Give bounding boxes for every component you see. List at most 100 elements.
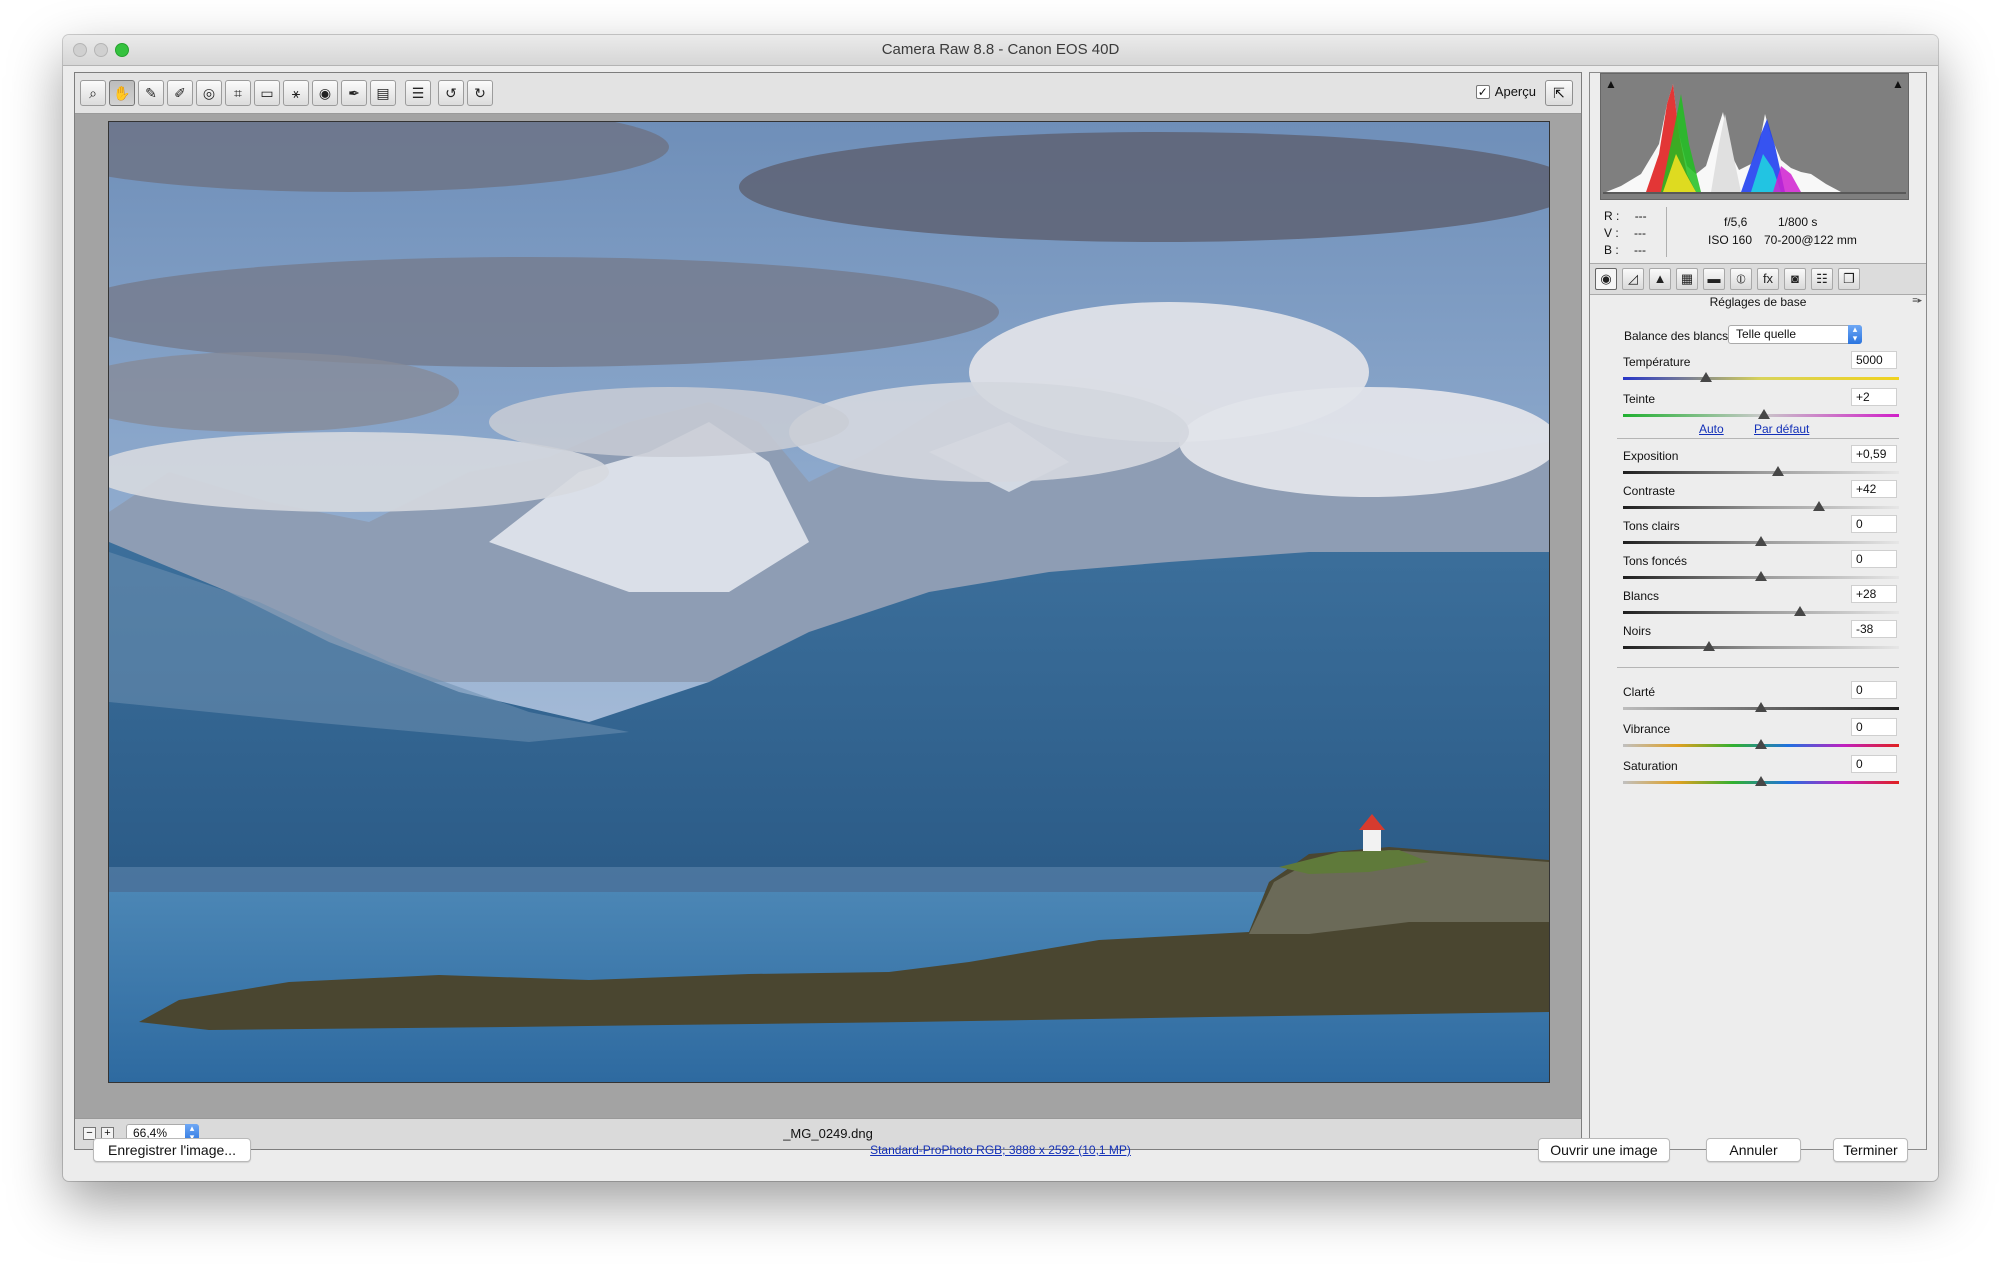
tint-value[interactable]: +2 [1851, 388, 1897, 406]
tint-slider[interactable]: Teinte +2 [1623, 388, 1899, 422]
b-value: --- [1634, 243, 1647, 257]
v-value: --- [1634, 226, 1647, 240]
file-name: _MG_0249.dng [783, 1126, 873, 1141]
saturation-value[interactable]: 0 [1851, 755, 1897, 773]
shadow-clipping-icon[interactable]: ▲ [1603, 76, 1619, 92]
noirs-value[interactable]: -38 [1851, 620, 1897, 638]
blancs-label: Blancs [1623, 589, 1660, 603]
adjustment-brush-tool-icon[interactable]: ✒ [341, 80, 367, 106]
white-balance-select[interactable]: Telle quelle ▴ ▾ [1728, 325, 1862, 344]
saturation-thumb[interactable] [1755, 776, 1767, 786]
panel-tab-bar: ◉ ◿ ▲ ▦ ▬ ⦶ fx ◙ ☷ ❐ [1590, 263, 1926, 295]
tint-thumb[interactable] [1757, 409, 1770, 419]
adjustments-panel: ▲ ▲ R : --- V : --- B : --- f/5,6 1/800 … [1589, 72, 1927, 1150]
clarte-value[interactable]: 0 [1851, 681, 1897, 699]
tons-fonces-value[interactable]: 0 [1851, 550, 1897, 568]
cancel-button[interactable]: Annuler [1706, 1138, 1801, 1162]
tons-clairs-slider[interactable]: Tons clairs 0 [1623, 515, 1899, 549]
tab-tone-curve-icon[interactable]: ◿ [1622, 268, 1644, 290]
tab-hsl-icon[interactable]: ▦ [1676, 268, 1698, 290]
targeted-adjustment-tool-icon[interactable]: ◎ [196, 80, 222, 106]
saturation-label: Saturation [1623, 759, 1678, 773]
done-button[interactable]: Terminer [1833, 1138, 1908, 1162]
noirs-thumb[interactable] [1702, 641, 1715, 651]
tab-camera-calibration-icon[interactable]: ◙ [1784, 268, 1806, 290]
window-title: Camera Raw 8.8 - Canon EOS 40D [881, 41, 1120, 58]
preview-toggle[interactable]: ✓ Aperçu [1475, 84, 1536, 99]
tab-lens-corrections-icon[interactable]: ⦶ [1730, 268, 1752, 290]
tab-split-toning-icon[interactable]: ▬ [1703, 268, 1725, 290]
blancs-value[interactable]: +28 [1851, 585, 1897, 603]
preview-checkbox[interactable]: ✓ [1475, 84, 1490, 99]
lens-value: 70-200@122 mm [1764, 233, 1857, 247]
auto-link[interactable]: Auto [1699, 422, 1724, 436]
exposition-track[interactable] [1623, 471, 1899, 474]
rotate-left-tool-icon[interactable]: ↺ [438, 80, 464, 106]
histogram-graph [1603, 84, 1906, 194]
workflow-options-link[interactable]: Standard-ProPhoto RGB; 3888 x 2592 (10,1… [870, 1143, 1131, 1157]
rotate-right-tool-icon[interactable]: ↻ [467, 80, 493, 106]
white-balance-label: Balance des blancs : [1624, 329, 1735, 343]
tab-snapshots-icon[interactable]: ❐ [1838, 268, 1860, 290]
panel-menu-icon[interactable]: ≡▸ [1912, 295, 1922, 306]
r-readout: R : --- [1604, 209, 1647, 223]
temperature-slider[interactable]: Température 5000 [1623, 351, 1899, 385]
contraste-value[interactable]: +42 [1851, 480, 1897, 498]
white-balance-tool-icon[interactable]: ✎ [138, 80, 164, 106]
default-link[interactable]: Par défaut [1754, 422, 1809, 436]
saturation-slider[interactable]: Saturation 0 [1623, 755, 1899, 789]
noirs-track[interactable] [1623, 646, 1899, 649]
highlight-clipping-icon[interactable]: ▲ [1890, 76, 1906, 92]
readout-divider [1666, 207, 1667, 257]
clarte-label: Clarté [1623, 685, 1656, 699]
straighten-tool-icon[interactable]: ▭ [254, 80, 280, 106]
hand-tool-icon[interactable]: ✋ [109, 80, 135, 106]
camera-raw-window: Camera Raw 8.8 - Canon EOS 40D ⌕ ✋ ✎ ✐ ◎ ⌗ ▭ ⚹ ◉… [63, 35, 1938, 1181]
color-sampler-tool-icon[interactable]: ✐ [167, 80, 193, 106]
tons-fonces-thumb[interactable] [1755, 571, 1767, 581]
fullscreen-icon[interactable]: ⇱ [1545, 80, 1573, 106]
chevron-updown-icon: ▴ ▾ [1848, 325, 1862, 344]
contraste-thumb[interactable] [1812, 501, 1825, 511]
red-eye-removal-tool-icon[interactable]: ◉ [312, 80, 338, 106]
blancs-track[interactable] [1623, 611, 1899, 614]
tab-detail-icon[interactable]: ▲ [1649, 268, 1671, 290]
temperature-label: Température [1623, 355, 1691, 369]
tons-fonces-slider[interactable]: Tons foncés 0 [1623, 550, 1899, 584]
noirs-slider[interactable]: Noirs -38 [1623, 620, 1899, 654]
tab-presets-icon[interactable]: ☷ [1811, 268, 1833, 290]
clarte-thumb[interactable] [1755, 702, 1767, 712]
vibrance-thumb[interactable] [1755, 739, 1767, 749]
vibrance-slider[interactable]: Vibrance 0 [1623, 718, 1899, 752]
exposition-thumb[interactable] [1771, 466, 1784, 476]
graduated-filter-tool-icon[interactable]: ▤ [370, 80, 396, 106]
blancs-thumb[interactable] [1793, 606, 1806, 616]
temperature-track[interactable] [1623, 377, 1899, 380]
crop-tool-icon[interactable]: ⌗ [225, 80, 251, 106]
tab-basic-icon[interactable]: ◉ [1595, 268, 1617, 290]
exposition-slider[interactable]: Exposition +0,59 [1623, 445, 1899, 479]
zoom-tool-icon[interactable]: ⌕ [80, 80, 106, 106]
clarte-slider[interactable]: Clarté 0 [1623, 681, 1899, 715]
temperature-value[interactable]: 5000 [1851, 351, 1897, 369]
section-divider [1617, 667, 1899, 668]
tons-clairs-thumb[interactable] [1755, 536, 1767, 546]
open-image-button[interactable]: Ouvrir une image [1538, 1138, 1670, 1162]
spot-removal-tool-icon[interactable]: ⚹ [283, 80, 309, 106]
tab-effects-icon[interactable]: fx [1757, 268, 1779, 290]
histogram: ▲ ▲ [1600, 73, 1909, 200]
panel-tabs: ◉ ◿ ▲ ▦ ▬ ⦶ fx ◙ ☷ ❐ [1595, 268, 1865, 290]
contraste-track[interactable] [1623, 506, 1899, 509]
section-divider [1617, 438, 1899, 439]
blancs-slider[interactable]: Blancs +28 [1623, 585, 1899, 619]
landscape-image [109, 122, 1549, 1082]
preferences-tool-icon[interactable]: ☰ [405, 80, 431, 106]
temperature-thumb[interactable] [1699, 372, 1712, 382]
tons-clairs-value[interactable]: 0 [1851, 515, 1897, 533]
noirs-label: Noirs [1623, 624, 1652, 638]
tons-fonces-label: Tons foncés [1623, 554, 1688, 568]
photo-preview[interactable] [108, 121, 1550, 1083]
contraste-slider[interactable]: Contraste +42 [1623, 480, 1899, 514]
exposition-value[interactable]: +0,59 [1851, 445, 1897, 463]
vibrance-value[interactable]: 0 [1851, 718, 1897, 736]
